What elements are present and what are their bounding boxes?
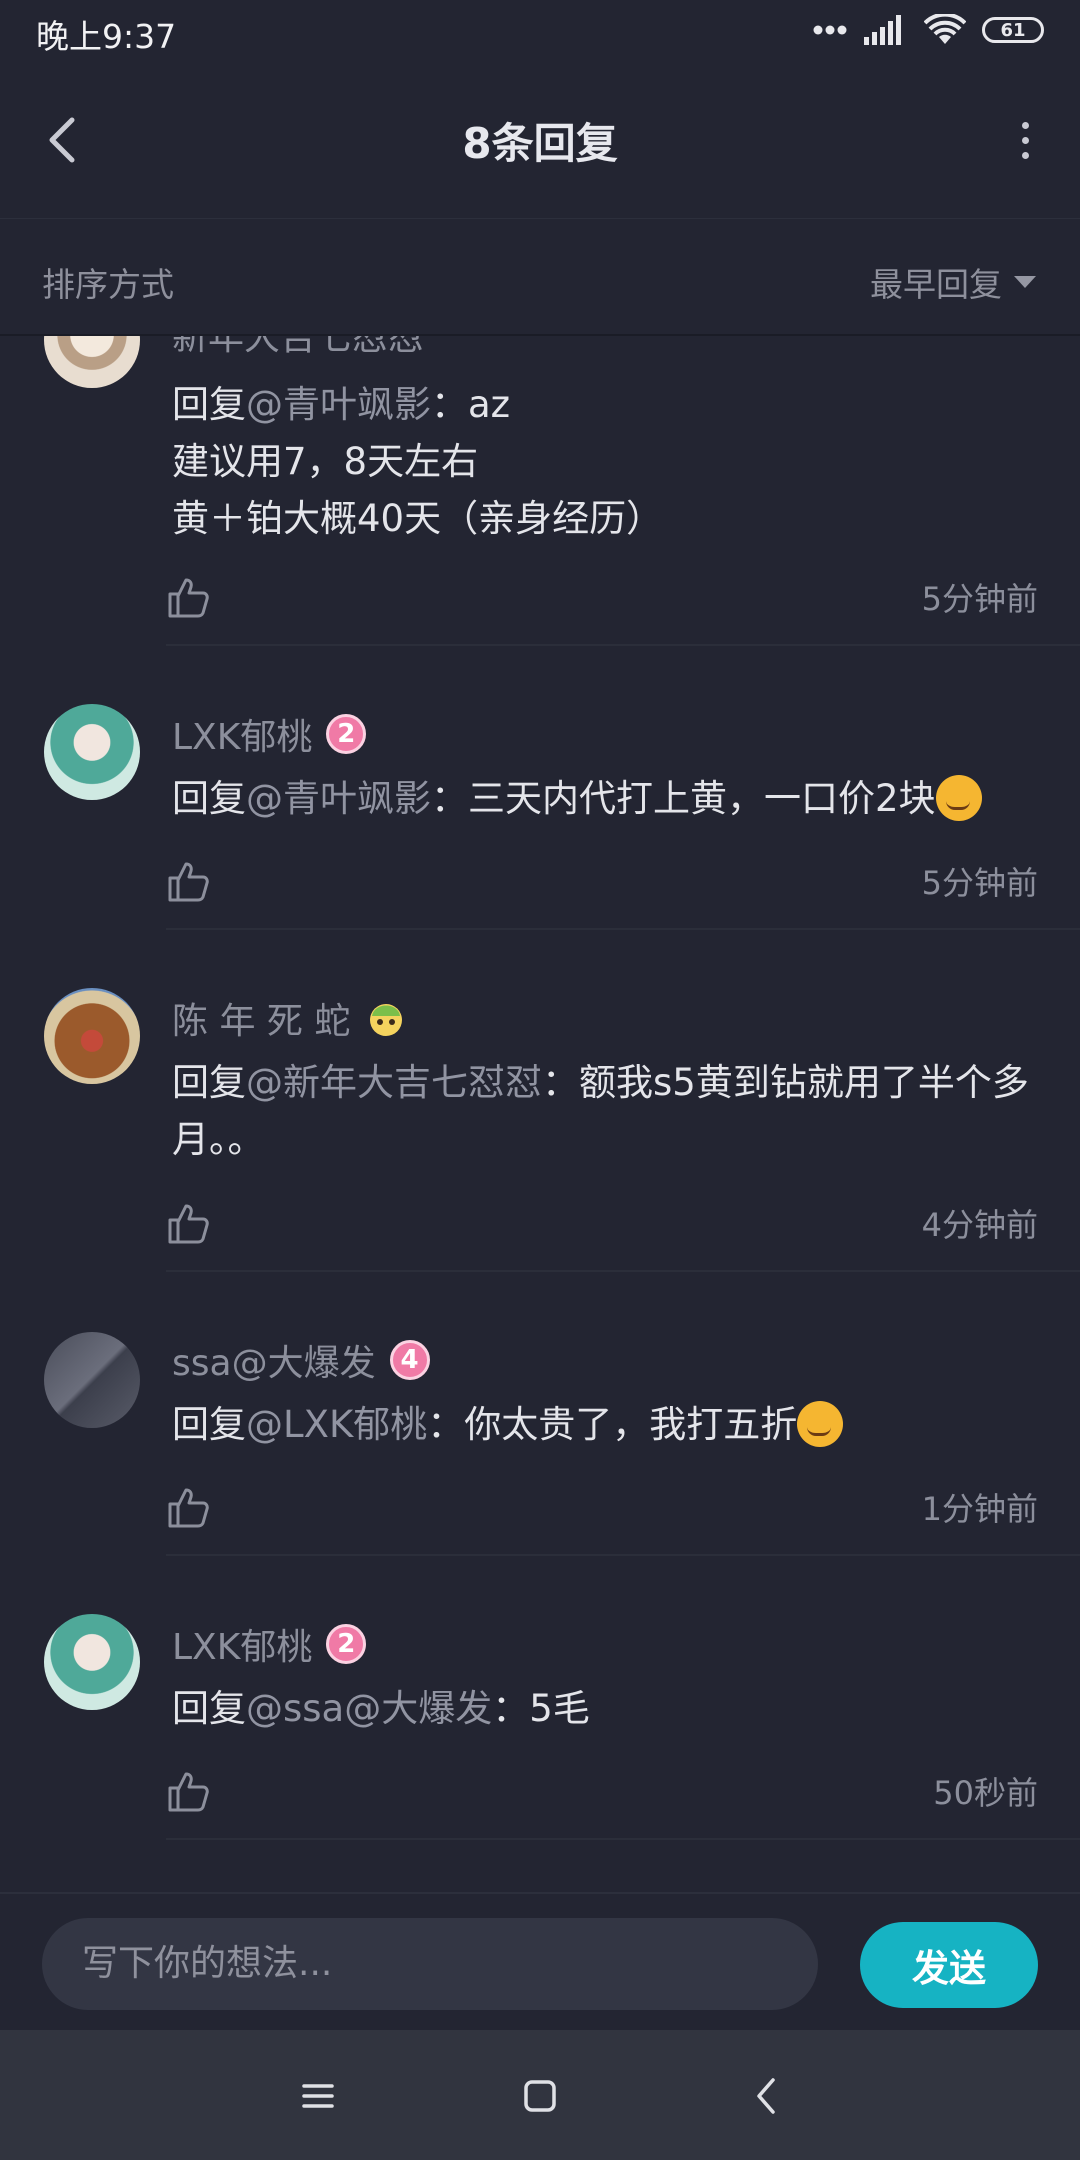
thumbs-up-icon[interactable] bbox=[166, 1202, 210, 1246]
divider bbox=[166, 1554, 1080, 1556]
reply-time: 4分钟前 bbox=[921, 1206, 1038, 1244]
sort-dropdown[interactable]: 最早回复 bbox=[870, 258, 1036, 306]
status-bar: 晚上9:37 61 bbox=[0, 0, 1080, 66]
username[interactable]: 陈 年 死 蛇 bbox=[172, 992, 408, 1044]
level-badge: 2 bbox=[326, 1624, 367, 1664]
thumbs-up-icon[interactable] bbox=[166, 1486, 210, 1530]
status-time: 晚上9:37 bbox=[36, 17, 177, 56]
thumbs-up-icon[interactable] bbox=[166, 860, 210, 904]
mention-link[interactable]: @LXK郁桃 bbox=[246, 1403, 427, 1446]
reply-time: 50秒前 bbox=[933, 1774, 1038, 1812]
character-badge-icon bbox=[370, 1004, 403, 1036]
avatar[interactable] bbox=[44, 1614, 140, 1710]
more-dots-icon bbox=[813, 25, 847, 35]
divider bbox=[166, 1838, 1080, 1840]
top-app-bar: 8条回复 bbox=[0, 66, 1080, 219]
sort-label: 排序方式 bbox=[42, 265, 174, 304]
reply-time: 5分钟前 bbox=[921, 864, 1038, 902]
level-badge: 4 bbox=[389, 1340, 430, 1380]
reply-list[interactable]: 新年大吉七怼怼 回复@青叶飒影：az 建议用7，8天左右 黄＋铂大概40天（亲身… bbox=[0, 336, 1080, 1892]
sort-selected-value: 最早回复 bbox=[870, 265, 1002, 304]
comment-input[interactable]: 写下你的想法... bbox=[42, 1918, 818, 2010]
avatar[interactable] bbox=[44, 988, 140, 1084]
divider bbox=[166, 928, 1080, 930]
reply-content[interactable]: 回复@新年大吉七怼怼：额我s5黄到钻就用了半个多月。。 bbox=[172, 1054, 1042, 1168]
level-badge: 2 bbox=[326, 714, 367, 754]
caret-down-icon bbox=[1014, 276, 1036, 288]
username[interactable]: 新年大吉七怼怼 bbox=[172, 336, 424, 360]
username[interactable]: LXK郁桃 2 bbox=[172, 708, 367, 760]
reply-line: 建议用7，8天左右 bbox=[172, 440, 479, 483]
menu-icon[interactable] bbox=[288, 2066, 348, 2126]
reply-line: 黄＋铂大概40天（亲身经历） bbox=[172, 497, 664, 540]
home-square-icon[interactable] bbox=[510, 2066, 570, 2126]
status-icons: 61 bbox=[812, 14, 1044, 46]
battery-indicator: 61 bbox=[982, 17, 1044, 43]
reply-time: 1分钟前 bbox=[921, 1490, 1038, 1528]
thumbs-up-icon[interactable] bbox=[166, 1770, 210, 1814]
system-nav-bar bbox=[0, 2030, 1080, 2160]
mention-link[interactable]: @ssa@大爆发 bbox=[246, 1687, 492, 1730]
page-title: 8条回复 bbox=[462, 119, 618, 168]
reply-time: 5分钟前 bbox=[921, 580, 1038, 618]
reply-line: 回复@青叶飒影：az bbox=[172, 383, 511, 426]
reply-content[interactable]: 回复@青叶飒影：az 建议用7，8天左右 黄＋铂大概40天（亲身经历） bbox=[172, 376, 1042, 547]
username[interactable]: LXK郁桃 2 bbox=[172, 1618, 367, 1670]
avatar[interactable] bbox=[44, 336, 140, 388]
username[interactable]: ssa@大爆发 4 bbox=[172, 1334, 430, 1386]
avatar[interactable] bbox=[44, 704, 140, 800]
smirk-emoji-icon bbox=[797, 1400, 844, 1447]
signal-icon bbox=[864, 15, 901, 45]
send-button[interactable]: 发送 bbox=[860, 1922, 1038, 2008]
reply-content[interactable]: 回复@LXK郁桃：你太贵了，我打五折 bbox=[172, 1396, 1042, 1453]
battery-level: 61 bbox=[1000, 19, 1026, 41]
smirk-emoji-icon bbox=[935, 774, 982, 821]
sort-bar: 排序方式 最早回复 bbox=[0, 220, 1080, 336]
wifi-icon bbox=[924, 14, 966, 44]
mention-link[interactable]: @青叶飒影 bbox=[246, 383, 431, 426]
more-vertical-icon[interactable] bbox=[1000, 112, 1050, 168]
nav-back-icon[interactable] bbox=[738, 2066, 798, 2126]
divider bbox=[166, 1270, 1080, 1272]
comment-input-bar: 写下你的想法... 发送 bbox=[0, 1892, 1080, 2030]
reply-content[interactable]: 回复@ssa@大爆发：5毛 bbox=[172, 1680, 1042, 1737]
mention-link[interactable]: @青叶飒影 bbox=[246, 777, 431, 820]
mention-link[interactable]: @新年大吉七怼怼 bbox=[246, 1061, 542, 1104]
reply-content[interactable]: 回复@青叶飒影：三天内代打上黄，一口价2块 bbox=[172, 770, 1042, 827]
divider bbox=[166, 644, 1080, 646]
thumbs-up-icon[interactable] bbox=[166, 576, 210, 620]
avatar[interactable] bbox=[44, 1332, 140, 1428]
